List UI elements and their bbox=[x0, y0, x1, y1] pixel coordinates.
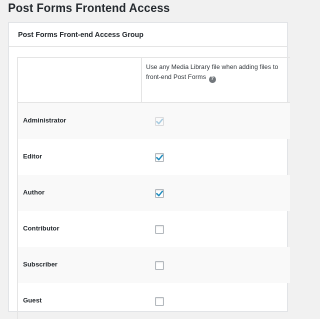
table-row: Guest bbox=[18, 283, 290, 319]
role-label: Guest bbox=[23, 297, 42, 305]
role-label: Contributor bbox=[23, 225, 60, 233]
panel-title: Post Forms Front-end Access Group bbox=[18, 30, 144, 39]
media-access-checkbox[interactable] bbox=[155, 297, 164, 306]
role-label: Editor bbox=[23, 153, 43, 161]
media-access-checkbox[interactable] bbox=[155, 153, 164, 162]
table-row: Contributor bbox=[18, 211, 290, 247]
table-row: Subscriber bbox=[18, 247, 290, 283]
media-access-checkbox[interactable] bbox=[155, 225, 164, 234]
media-access-checkbox[interactable] bbox=[155, 189, 164, 198]
table-row: Editor bbox=[18, 139, 290, 175]
table-row: Administrator bbox=[18, 103, 290, 139]
table-row: Author bbox=[18, 175, 290, 211]
checkmark-icon bbox=[156, 154, 164, 161]
checkmark-icon bbox=[156, 190, 164, 197]
page-title: Post Forms Frontend Access bbox=[8, 3, 170, 15]
help-icon[interactable]: ? bbox=[208, 75, 216, 83]
access-group-panel: Post Forms Front-end Access Group Use an… bbox=[8, 22, 290, 319]
role-label: Subscriber bbox=[23, 261, 58, 269]
table-rows: Administrator Editor Author Contributor Subs… bbox=[18, 103, 290, 319]
table-header-row: Use any Media Library file when adding f… bbox=[18, 58, 290, 103]
role-column-header bbox=[141, 58, 142, 102]
media-access-checkbox bbox=[155, 117, 164, 126]
role-label: Author bbox=[23, 189, 45, 197]
role-label: Administrator bbox=[23, 117, 67, 125]
role-permissions-table: Use any Media Library file when adding f… bbox=[17, 57, 290, 319]
permission-column-header: Use any Media Library file when adding f… bbox=[146, 63, 288, 83]
panel-header: Post Forms Front-end Access Group bbox=[9, 23, 287, 47]
media-access-checkbox[interactable] bbox=[155, 261, 164, 270]
checkmark-icon bbox=[156, 118, 164, 125]
